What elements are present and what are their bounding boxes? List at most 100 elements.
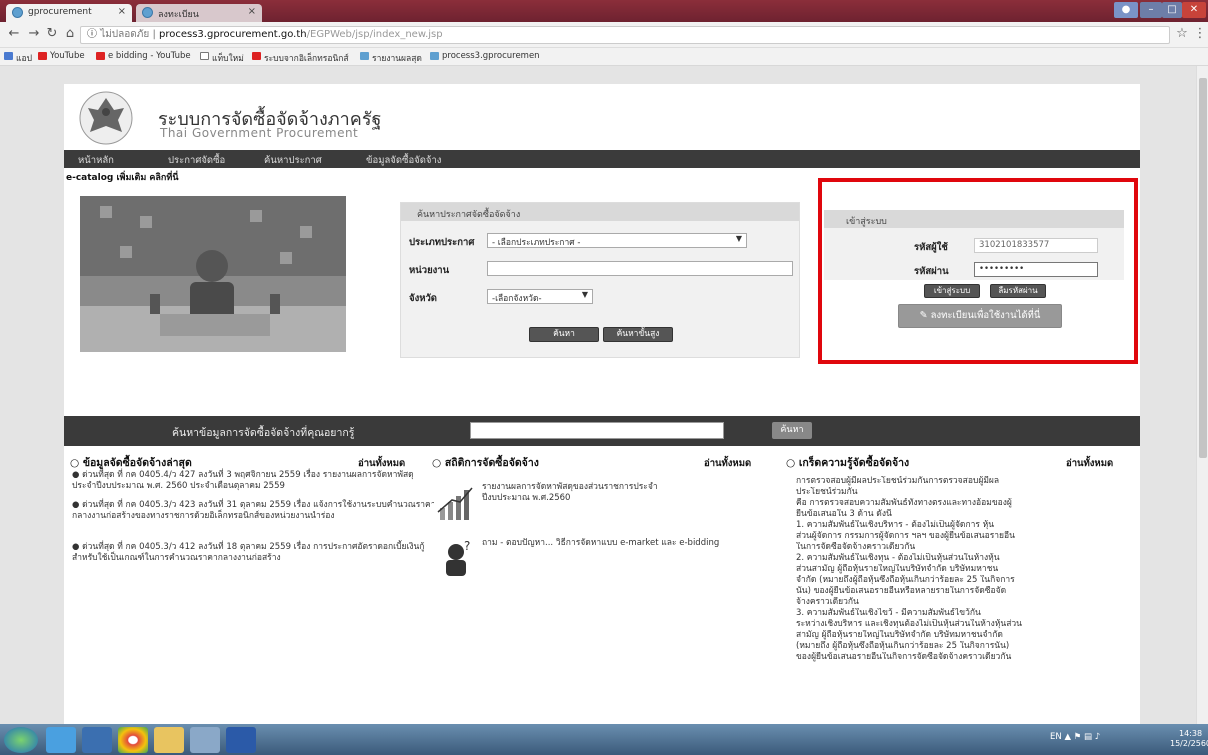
procurement-search-button[interactable]: ค้นหา (772, 422, 812, 439)
tab-label: ลงทะเบียน (158, 10, 199, 20)
url-security-label: ไม่ปลอดภัย (100, 29, 150, 40)
knowledge-line: ของผู้ยื่นข้อเสนอรายอื่นในกิจการจัดซื้อจ… (796, 652, 1012, 662)
search-button[interactable]: ค้นหา (529, 327, 599, 342)
ecatalog-link[interactable]: e-catalog เพิ่มเติม คลิกที่นี่ (66, 170, 178, 184)
knowledge-line: การตรวจสอบผู้มีผลประโยชน์ร่วมกันการตรวจส… (796, 476, 1000, 486)
url-input[interactable]: ⓘ ไม่ปลอดภัย | process3.gprocurement.go.… (80, 26, 1170, 44)
close-tab-icon[interactable]: × (248, 6, 256, 17)
knowledge-line: 1. ความสัมพันธ์ในเชิงบริหาร - ต้องไม่เป็… (796, 520, 995, 530)
site-subtitle: Thai Government Procurement (160, 126, 359, 140)
highlight-box (818, 178, 1138, 364)
chevron-down-icon: ▼ (581, 290, 588, 299)
reload-icon[interactable]: ↻ (44, 26, 60, 42)
chevron-down-icon: ▼ (735, 234, 742, 243)
home-icon[interactable]: ⌂ (62, 26, 78, 42)
chrome-icon[interactable] (118, 727, 148, 753)
knowledge-line: จ้างคราวเดียวกัน (796, 597, 859, 607)
tab-label: gprocurement (28, 7, 92, 17)
knowledge-line: ส่วนผู้จัดการ กรรมการผู้จัดการ ฯลฯ ของผู… (796, 531, 1015, 541)
news-item[interactable]: ● ด่วนที่สุด ที่ กค 0405.3/ว 412 ลงวันที… (72, 542, 436, 564)
latest-readall-link[interactable]: อ่านทั้งหมด (358, 456, 405, 471)
bookmark-star-icon[interactable]: ☆ (1174, 26, 1190, 42)
knowledge-line: จำกัด (หมายถึงผู้ถือหุ้นซึ่งถือหุ้นเกินก… (796, 575, 1015, 585)
stats-readall-link[interactable]: อ่านทั้งหมด (704, 456, 751, 471)
knowledge-text: การตรวจสอบผู้มีผลประโยชน์ร่วมกันการตรวจส… (796, 476, 1050, 663)
clock[interactable]: 14:38 15/2/2560 (1170, 729, 1208, 749)
knowledge-line: คือ การตรวจสอบความสัมพันธ์ทั้งทางตรงและท… (796, 498, 1012, 508)
tray-arrow-icon[interactable]: ▲ (1064, 732, 1073, 742)
knowledge-title: ○ เกร็ดความรู้จัดซื้อจัดจ้าง (786, 457, 910, 469)
dept-input[interactable] (487, 261, 793, 276)
bookmark-report[interactable]: รายงานผลสุด (360, 51, 422, 65)
bookmark-eprocure[interactable]: ระบบจากอิเล็กทรอนิกส์ (252, 51, 349, 65)
minimize-icon[interactable]: – (1140, 2, 1162, 18)
bookmark-youtube[interactable]: YouTube (38, 51, 85, 61)
scrollbar-thumb[interactable] (1199, 78, 1207, 458)
network-tray-icon[interactable]: ▤ (1084, 732, 1092, 742)
url-path: /EGPWeb/jsp/index_new.jsp (306, 29, 443, 40)
knowledge-line: (หมายถึง ผู้ถือหุ้นซึ่งถือหุ้นเกินกว่าร้… (796, 641, 1010, 651)
stats-item[interactable]: ถาม - ตอบปัญหา... วิธีการจัดหาแบบ e-mark… (482, 538, 782, 549)
knowledge-line: 3. ความสัมพันธ์ในเชิงไขว้ - มีความสัมพัน… (796, 608, 981, 618)
bookmark-apps[interactable]: แอป (4, 51, 32, 65)
tab-gprocurement[interactable]: gprocurement × (6, 4, 132, 22)
procurement-search-bar: ค้นหาข้อมูลการจัดซื้อจัดจ้างที่คุณอยากรู… (64, 416, 1140, 446)
knowledge-readall-link[interactable]: อ่านทั้งหมด (1066, 456, 1113, 471)
stats-title: ○ สถิติการจัดซื้อจัดจ้าง (432, 457, 539, 469)
flag-icon[interactable]: ⚑ (1074, 732, 1082, 742)
volume-icon[interactable]: ♪ (1095, 732, 1100, 742)
procurement-search-label: ค้นหาข้อมูลการจัดซื้อจัดจ้างที่คุณอยากรู… (172, 427, 355, 439)
announcement-search-panel: ค้นหาประกาศจัดซื้อจัดจ้าง ประเภทประกาศ -… (400, 202, 800, 358)
close-window-icon[interactable]: ✕ (1182, 2, 1206, 18)
procurement-search-input[interactable] (470, 422, 724, 439)
bookmark-newtab[interactable]: แท็บใหม่ (200, 51, 244, 65)
news-item[interactable]: ● ด่วนที่สุด ที่ กค 0405.3/ว 423 ลงวันที… (72, 500, 436, 522)
folder-icon[interactable] (154, 727, 184, 753)
bookmarks-bar: แอป YouTube e bidding - YouTube แท็บใหม่… (0, 48, 1208, 66)
knowledge-line: นั้น) ของผู้ยื่นข้อเสนอรายอื่นหรือหลายรา… (796, 586, 1007, 596)
word-icon[interactable] (226, 727, 256, 753)
page-scrollbar[interactable] (1196, 66, 1208, 724)
svg-text:?: ? (464, 539, 470, 553)
media-player-icon[interactable] (82, 727, 112, 753)
site-favicon-icon (430, 52, 439, 60)
back-icon[interactable]: ← (6, 26, 22, 42)
profile-icon[interactable]: ● (1114, 2, 1138, 18)
apps-icon (4, 52, 13, 60)
bookmark-process3[interactable]: process3.gprocuremen (430, 51, 540, 61)
network-icon[interactable] (190, 727, 220, 753)
knowledge-line: ส่วนสามัญ ผู้ถือหุ้นรายใหญ่ในบริษัทจำกัด… (796, 564, 999, 574)
bookmark-ebidding[interactable]: e bidding - YouTube (96, 51, 191, 61)
province-select[interactable]: -เลือกจังหวัด- ▼ (487, 289, 593, 304)
site-favicon-icon (12, 7, 23, 18)
site-favicon-icon (142, 7, 153, 18)
banner-photo (80, 196, 346, 352)
stats-item[interactable]: รายงานผลการจัดหาพัสดุของส่วนราชการประจำป… (482, 482, 704, 504)
youtube-icon (38, 52, 47, 60)
url-host: process3.gprocurement.go.th (159, 29, 307, 40)
browser-tabstrip: gprocurement × ลงทะเบียน × ● – □ ✕ (0, 0, 1208, 22)
knowledge-line: สามัญ ผู้ถือหุ้นรายใหญ่ในบริษัทจำกัด บริ… (796, 630, 1003, 640)
news-item[interactable]: ● ด่วนที่สุด ที่ กค 0405.4/ว 427 ลงวันที… (72, 470, 436, 492)
type-select[interactable]: - เลือกประเภทประกาศ - ▼ (487, 233, 747, 248)
nav-home[interactable]: หน้าหลัก (78, 153, 114, 168)
menu-icon[interactable]: ⋮ (1192, 26, 1208, 42)
knowledge-line: ประโยชน์ร่วมกัน (796, 487, 858, 497)
youtube-icon (96, 52, 105, 60)
nav-procurement-data[interactable]: ข้อมูลจัดซื้อจัดจ้าง (366, 153, 441, 168)
nav-announce[interactable]: ประกาศจัดซื้อ (168, 153, 225, 168)
start-button-icon[interactable] (4, 727, 38, 753)
tab-register[interactable]: ลงทะเบียน × (136, 4, 262, 22)
internet-explorer-icon[interactable] (46, 727, 76, 753)
close-tab-icon[interactable]: × (118, 6, 126, 17)
address-bar-row: ← → ↻ ⌂ ⓘ ไม่ปลอดภัย | process3.gprocure… (0, 22, 1208, 48)
page-viewport: ระบบการจัดซื้อจัดจ้างภาครัฐ Thai Governm… (0, 66, 1196, 724)
forward-icon[interactable]: → (26, 26, 42, 42)
knowledge-line: 2. ความสัมพันธ์ในเชิงทุน - ต้องไม่เป็นหุ… (796, 553, 1000, 563)
nav-search-announce[interactable]: ค้นหาประกาศ (264, 153, 322, 168)
language-indicator[interactable]: EN (1050, 732, 1062, 742)
windows-taskbar: EN ▲ ⚑ ▤ ♪ 14:38 15/2/2560 (0, 724, 1208, 755)
maximize-icon[interactable]: □ (1162, 2, 1182, 18)
main-nav: หน้าหลัก ประกาศจัดซื้อ ค้นหาประกาศ ข้อมู… (64, 150, 1140, 168)
advanced-search-button[interactable]: ค้นหาขั้นสูง (603, 327, 673, 342)
